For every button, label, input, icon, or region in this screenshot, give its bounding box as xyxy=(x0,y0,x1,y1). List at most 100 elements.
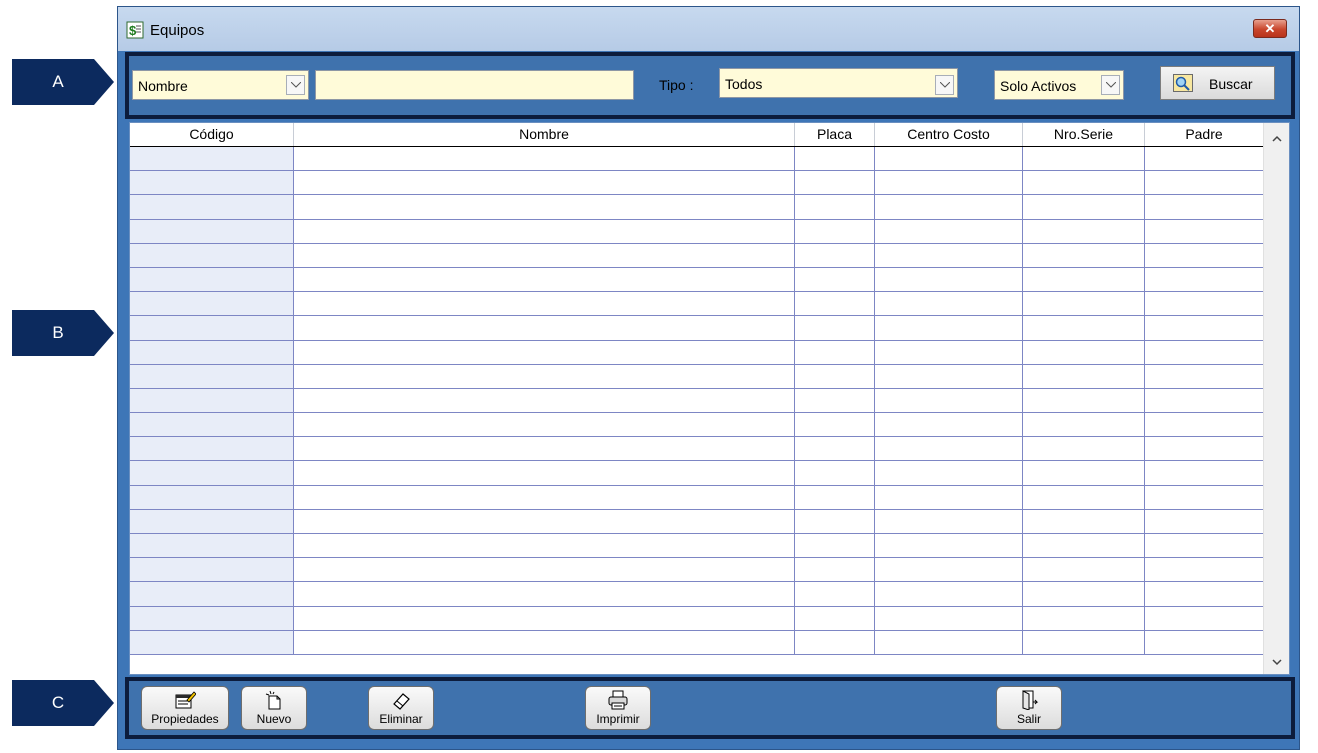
table-cell[interactable] xyxy=(130,340,294,364)
table-cell[interactable] xyxy=(875,267,1023,292)
table-cell[interactable] xyxy=(1023,485,1145,509)
table-cell[interactable] xyxy=(1145,509,1264,533)
table-cell[interactable] xyxy=(875,437,1023,461)
table-cell[interactable] xyxy=(875,534,1023,558)
chevron-down-icon[interactable] xyxy=(935,75,954,95)
table-cell[interactable] xyxy=(1023,630,1145,654)
buscar-button[interactable]: Buscar xyxy=(1160,66,1275,100)
table-cell[interactable] xyxy=(130,388,294,413)
table-cell[interactable] xyxy=(1023,171,1145,195)
table-cell[interactable] xyxy=(294,195,795,219)
table-cell[interactable] xyxy=(294,534,795,558)
table-cell[interactable] xyxy=(875,292,1023,316)
table-row[interactable] xyxy=(130,388,1264,414)
table-cell[interactable] xyxy=(795,630,875,654)
table-cell[interactable] xyxy=(130,630,294,654)
table-cell[interactable] xyxy=(875,582,1023,606)
scroll-down-icon[interactable] xyxy=(1270,656,1284,668)
imprimir-button[interactable]: Imprimir xyxy=(585,686,651,730)
table-row[interactable] xyxy=(130,509,1264,534)
table-cell[interactable] xyxy=(1145,606,1264,630)
table-cell[interactable] xyxy=(1023,558,1145,582)
table-cell[interactable] xyxy=(130,437,294,461)
table-cell[interactable] xyxy=(294,147,795,171)
scroll-up-icon[interactable] xyxy=(1270,133,1284,145)
propiedades-button[interactable]: Propiedades xyxy=(141,686,229,730)
table-cell[interactable] xyxy=(795,509,875,533)
table-row[interactable] xyxy=(130,558,1264,583)
table-cell[interactable] xyxy=(130,509,294,533)
table-cell[interactable] xyxy=(1023,267,1145,292)
table-row[interactable] xyxy=(130,534,1264,559)
table-cell[interactable] xyxy=(1145,437,1264,461)
table-cell[interactable] xyxy=(1145,243,1264,267)
close-button[interactable]: ✕ xyxy=(1253,19,1287,38)
table-cell[interactable] xyxy=(795,219,875,243)
table-cell[interactable] xyxy=(875,388,1023,413)
table-cell[interactable] xyxy=(294,340,795,364)
table-cell[interactable] xyxy=(875,171,1023,195)
eliminar-button[interactable]: Eliminar xyxy=(368,686,434,730)
table-cell[interactable] xyxy=(130,171,294,195)
table-cell[interactable] xyxy=(294,364,795,388)
table-cell[interactable] xyxy=(130,292,294,316)
table-cell[interactable] xyxy=(294,171,795,195)
table-row[interactable] xyxy=(130,364,1264,389)
table-row[interactable] xyxy=(130,243,1264,268)
table-cell[interactable] xyxy=(294,582,795,606)
table-cell[interactable] xyxy=(294,509,795,533)
table-cell[interactable] xyxy=(875,558,1023,582)
table-cell[interactable] xyxy=(1145,558,1264,582)
table-cell[interactable] xyxy=(795,582,875,606)
table-cell[interactable] xyxy=(875,630,1023,654)
table-cell[interactable] xyxy=(294,437,795,461)
table-cell[interactable] xyxy=(1145,219,1264,243)
table-cell[interactable] xyxy=(1023,606,1145,630)
table-cell[interactable] xyxy=(1023,388,1145,413)
table-cell[interactable] xyxy=(1023,461,1145,485)
table-cell[interactable] xyxy=(1145,582,1264,606)
table-cell[interactable] xyxy=(795,243,875,267)
table-cell[interactable] xyxy=(795,606,875,630)
table-cell[interactable] xyxy=(130,558,294,582)
table-cell[interactable] xyxy=(875,316,1023,340)
table-row[interactable] xyxy=(130,582,1264,607)
table-cell[interactable] xyxy=(130,267,294,292)
chevron-down-icon[interactable] xyxy=(1101,75,1120,95)
search-field-select[interactable]: Nombre xyxy=(132,70,309,100)
table-cell[interactable] xyxy=(1145,534,1264,558)
salir-button[interactable]: Salir xyxy=(996,686,1062,730)
table-cell[interactable] xyxy=(1023,437,1145,461)
table-cell[interactable] xyxy=(1023,243,1145,267)
table-cell[interactable] xyxy=(1023,509,1145,533)
table-cell[interactable] xyxy=(1023,413,1145,437)
table-cell[interactable] xyxy=(294,461,795,485)
table-cell[interactable] xyxy=(795,558,875,582)
table-cell[interactable] xyxy=(795,292,875,316)
tipo-select[interactable]: Todos xyxy=(719,68,958,98)
table-cell[interactable] xyxy=(1145,195,1264,219)
table-cell[interactable] xyxy=(1023,219,1145,243)
table-cell[interactable] xyxy=(1145,388,1264,413)
table-cell[interactable] xyxy=(130,316,294,340)
title-bar[interactable]: $ Equipos ✕ xyxy=(118,7,1299,51)
table-cell[interactable] xyxy=(875,219,1023,243)
column-header-placa[interactable]: Placa xyxy=(795,123,875,146)
nuevo-button[interactable]: Nuevo xyxy=(241,686,307,730)
table-cell[interactable] xyxy=(875,364,1023,388)
column-header-nombre[interactable]: Nombre xyxy=(294,123,795,146)
table-cell[interactable] xyxy=(795,316,875,340)
table-cell[interactable] xyxy=(795,461,875,485)
table-cell[interactable] xyxy=(130,147,294,171)
table-cell[interactable] xyxy=(875,485,1023,509)
table-cell[interactable] xyxy=(795,147,875,171)
table-row[interactable] xyxy=(130,413,1264,438)
chevron-down-icon[interactable] xyxy=(286,75,305,95)
table-cell[interactable] xyxy=(294,413,795,437)
table-cell[interactable] xyxy=(875,340,1023,364)
table-cell[interactable] xyxy=(1023,582,1145,606)
table-cell[interactable] xyxy=(875,195,1023,219)
column-header-nro-serie[interactable]: Nro.Serie xyxy=(1023,123,1145,146)
table-cell[interactable] xyxy=(1023,364,1145,388)
table-cell[interactable] xyxy=(294,630,795,654)
